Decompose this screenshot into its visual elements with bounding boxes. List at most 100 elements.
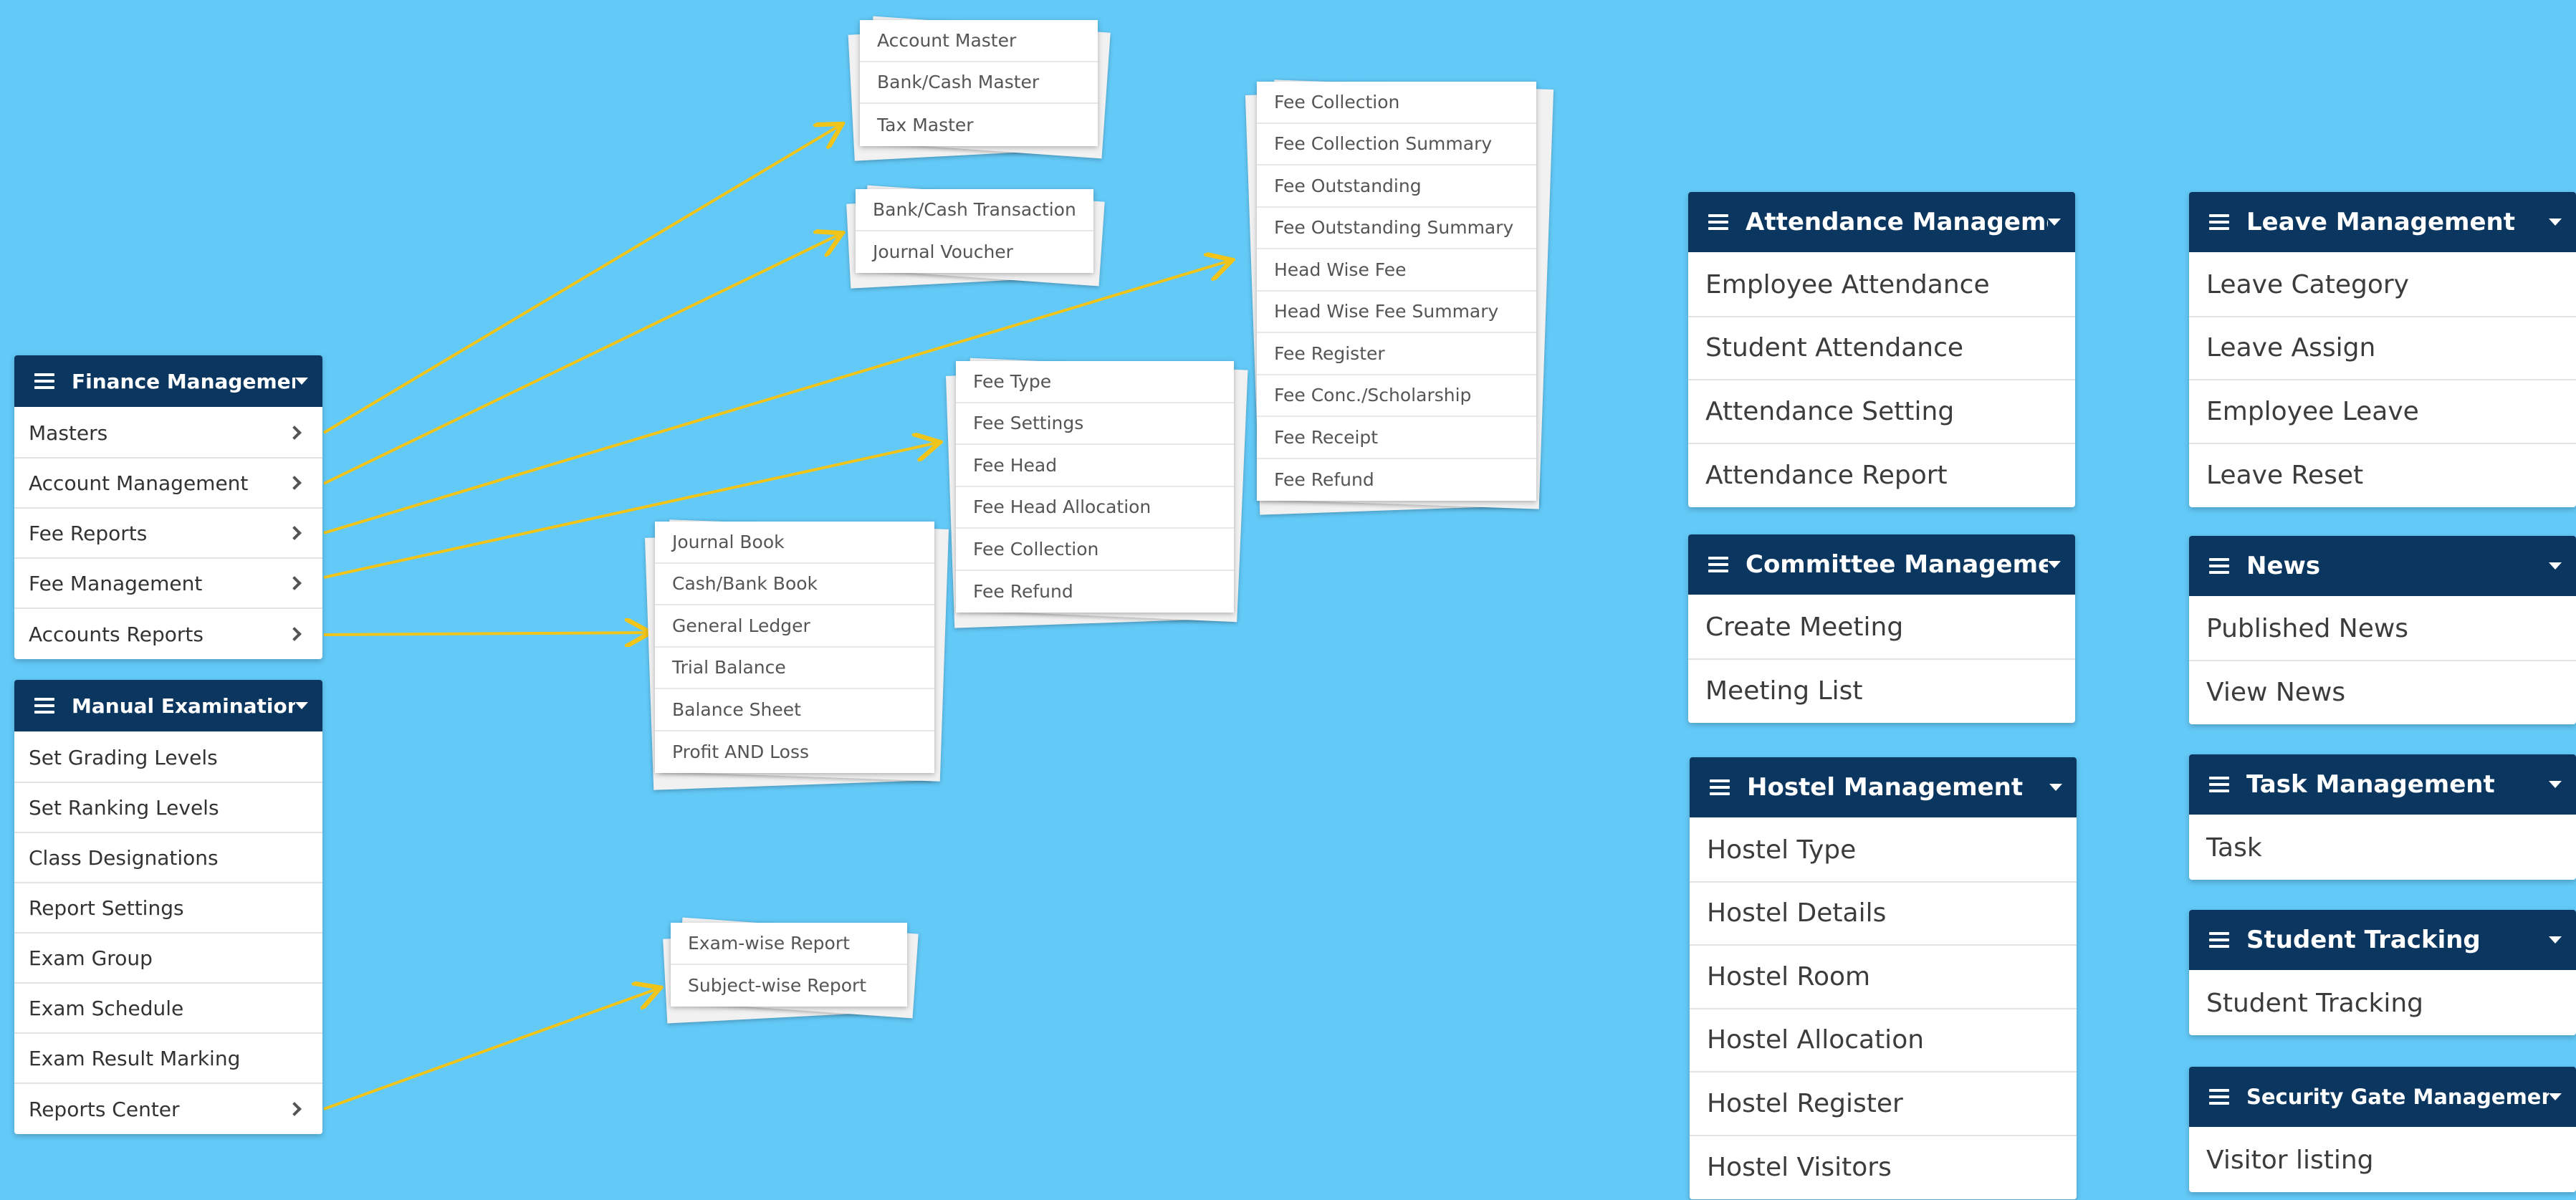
caret-down-icon[interactable] [2549, 562, 2562, 570]
arrow-accounts-reports [323, 633, 648, 635]
finance-management-header[interactable]: Finance Management [14, 355, 322, 408]
submenu-item[interactable]: Head Wise Fee Summary [1257, 292, 1536, 333]
submenu-item[interactable]: Fee Conc./Scholarship [1257, 375, 1536, 417]
submenu-item[interactable]: Fee Outstanding [1257, 165, 1536, 208]
submenu-item[interactable]: Balance Sheet [655, 689, 934, 731]
task-management-header[interactable]: Task Management [2189, 754, 2576, 816]
submenu-item[interactable]: Journal Book [655, 522, 934, 564]
submenu-item[interactable]: Fee Head Allocation [956, 487, 1234, 529]
menu-item-label: Task [2206, 832, 2262, 863]
menu-item-attendance-setting[interactable]: Attendance Setting [1688, 380, 2075, 444]
menu-item-label: Visitor listing [2206, 1145, 2374, 1175]
chevron-right-icon [287, 526, 302, 540]
menu-item-label: Meeting List [1705, 676, 1863, 706]
menu-item-fee-management[interactable]: Fee Management [14, 559, 322, 609]
submenu-item[interactable]: Fee Settings [956, 403, 1234, 445]
menu-item-fee-reports[interactable]: Fee Reports [14, 509, 322, 559]
submenu-item[interactable]: Fee Collection [1257, 82, 1536, 124]
finance-management-panel: Finance Management Masters Account Manag… [14, 355, 322, 659]
arrow-masters [322, 125, 840, 434]
submenu-item[interactable]: Profit AND Loss [655, 731, 934, 774]
submenu-item[interactable]: Fee Register [1257, 333, 1536, 375]
menu-item-label: Leave Category [2206, 269, 2409, 299]
committee-management-header[interactable]: Committee Management [1688, 534, 2075, 596]
security-gate-management-header[interactable]: Security Gate Management [2189, 1067, 2576, 1128]
menu-item-hostel-visitors[interactable]: Hostel Visitors [1690, 1136, 2077, 1200]
menu-item-student-attendance[interactable]: Student Attendance [1688, 317, 2075, 380]
menu-item-student-tracking[interactable]: Student Tracking [2189, 971, 2576, 1035]
menu-item-set-grading-levels[interactable]: Set Grading Levels [14, 733, 322, 783]
news-header[interactable]: News [2189, 536, 2576, 597]
menu-item-leave-category[interactable]: Leave Category [2189, 254, 2576, 317]
menu-item-employee-leave[interactable]: Employee Leave [2189, 380, 2576, 444]
submenu-item[interactable]: Journal Voucher [856, 231, 1093, 274]
attendance-management-header[interactable]: Attendance Management [1688, 192, 2075, 254]
menu-item-reports-center[interactable]: Reports Center [14, 1084, 322, 1134]
menu-item-leave-reset[interactable]: Leave Reset [2189, 444, 2576, 508]
submenu-item[interactable]: Fee Collection Summary [1257, 124, 1536, 165]
submenu-item[interactable]: Account Master [860, 20, 1098, 62]
submenu-item[interactable]: Bank/Cash Transaction [856, 189, 1093, 231]
submenu-item[interactable]: Fee Refund [1257, 459, 1536, 501]
submenu-item[interactable]: Bank/Cash Master [860, 62, 1098, 104]
menu-item-hostel-type[interactable]: Hostel Type [1690, 819, 2077, 883]
committee-management-title: Committee Management [1746, 550, 2048, 579]
leave-management-header[interactable]: Leave Management [2189, 192, 2576, 254]
menu-item-exam-schedule[interactable]: Exam Schedule [14, 984, 322, 1034]
caret-down-icon[interactable] [295, 378, 308, 385]
menu-item-accounts-reports[interactable]: Accounts Reports [14, 609, 322, 659]
menu-item-view-news[interactable]: View News [2189, 661, 2576, 725]
caret-down-icon[interactable] [2549, 936, 2562, 944]
submenu-item[interactable]: Tax Master [860, 104, 1098, 146]
menu-item-label: Account Management [29, 471, 249, 495]
submenu-item[interactable]: Subject-wise Report [671, 965, 907, 1007]
menu-item-hostel-register[interactable]: Hostel Register [1690, 1072, 2077, 1136]
submenu-item[interactable]: Trial Balance [655, 648, 934, 689]
submenu-item[interactable]: Exam-wise Report [671, 923, 907, 965]
hamburger-icon [34, 698, 54, 714]
menu-item-visitor-listing[interactable]: Visitor listing [2189, 1128, 2576, 1192]
menu-item-exam-group[interactable]: Exam Group [14, 933, 322, 984]
submenu-item[interactable]: Fee Type [956, 361, 1234, 403]
menu-item-published-news[interactable]: Published News [2189, 597, 2576, 661]
reports-center-submenu: Exam-wise Report Subject-wise Report [663, 917, 919, 1024]
menu-item-attendance-report[interactable]: Attendance Report [1688, 444, 2075, 508]
menu-item-set-ranking-levels[interactable]: Set Ranking Levels [14, 783, 322, 833]
menu-item-hostel-allocation[interactable]: Hostel Allocation [1690, 1009, 2077, 1072]
menu-item-label: Attendance Setting [1705, 396, 1955, 426]
submenu-item[interactable]: Fee Refund [956, 571, 1234, 613]
submenu-item[interactable]: General Ledger [655, 605, 934, 648]
menu-item-hostel-room[interactable]: Hostel Room [1690, 946, 2077, 1009]
menu-item-leave-assign[interactable]: Leave Assign [2189, 317, 2576, 380]
menu-item-class-designations[interactable]: Class Designations [14, 833, 322, 883]
caret-down-icon[interactable] [2549, 781, 2562, 788]
menu-item-create-meeting[interactable]: Create Meeting [1688, 596, 2075, 660]
manual-examination-title: Manual Examination [72, 693, 295, 718]
menu-item-account-management[interactable]: Account Management [14, 459, 322, 509]
submenu-item[interactable]: Fee Receipt [1257, 417, 1536, 459]
account-management-submenu: Bank/Cash Transaction Journal Voucher [846, 185, 1105, 289]
caret-down-icon[interactable] [2048, 219, 2061, 226]
menu-item-hostel-details[interactable]: Hostel Details [1690, 883, 2077, 946]
submenu-item[interactable]: Fee Head [956, 445, 1234, 487]
manual-examination-header[interactable]: Manual Examination [14, 680, 322, 733]
submenu-item[interactable]: Fee Collection [956, 529, 1234, 571]
caret-down-icon[interactable] [2049, 784, 2062, 791]
menu-item-employee-attendance[interactable]: Employee Attendance [1688, 254, 2075, 317]
student-tracking-header[interactable]: Student Tracking [2189, 910, 2576, 971]
menu-item-label: Exam Result Marking [29, 1046, 241, 1070]
chevron-right-icon [287, 576, 302, 590]
menu-item-masters[interactable]: Masters [14, 408, 322, 459]
caret-down-icon[interactable] [2549, 1093, 2562, 1100]
caret-down-icon[interactable] [2549, 219, 2562, 226]
hostel-management-header[interactable]: Hostel Management [1690, 757, 2077, 819]
caret-down-icon[interactable] [2048, 561, 2061, 568]
caret-down-icon[interactable] [295, 702, 308, 709]
menu-item-report-settings[interactable]: Report Settings [14, 883, 322, 933]
menu-item-exam-result-marking[interactable]: Exam Result Marking [14, 1034, 322, 1084]
menu-item-meeting-list[interactable]: Meeting List [1688, 660, 2075, 724]
submenu-item[interactable]: Cash/Bank Book [655, 564, 934, 605]
submenu-item[interactable]: Fee Outstanding Summary [1257, 208, 1536, 249]
menu-item-task[interactable]: Task [2189, 816, 2576, 880]
submenu-item[interactable]: Head Wise Fee [1257, 249, 1536, 292]
